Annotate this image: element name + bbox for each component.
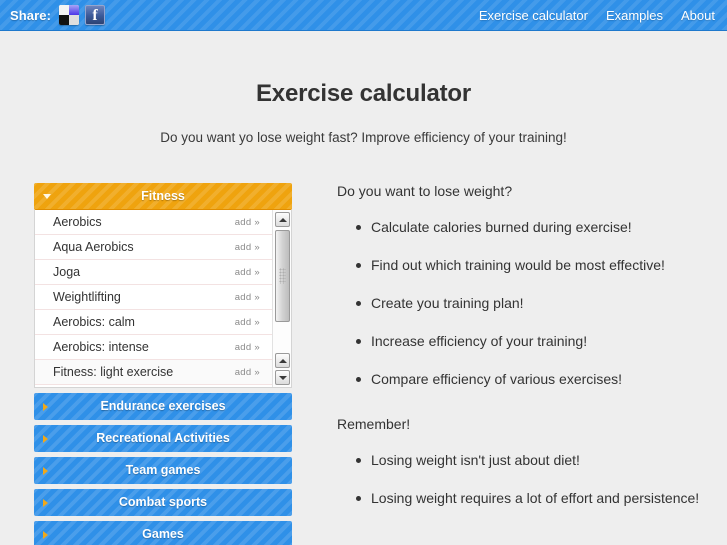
add-exercise-link[interactable]: add »: [235, 285, 260, 310]
exercise-name: Aerobics: intense: [53, 340, 149, 354]
list-item[interactable]: Joga add »: [35, 260, 272, 285]
scroll-up-button-bottom[interactable]: [275, 353, 290, 368]
list-item[interactable]: Aerobics: intense add »: [35, 335, 272, 360]
exercise-name: Aqua Aerobics: [53, 240, 134, 254]
list-item: Compare efficiency of various exercises!: [356, 370, 713, 389]
chevron-right-icon: [43, 498, 48, 507]
benefits-list: Calculate calories burned during exercis…: [337, 218, 713, 389]
reminders-list: Losing weight isn't just about diet! Los…: [337, 451, 713, 508]
marketing-copy: Do you want to lose weight? Calculate ca…: [292, 183, 727, 527]
chevron-right-icon: [43, 530, 48, 539]
exercise-category-accordion: Fitness Aerobics add » Aqua Aerobics add…: [34, 183, 292, 545]
accordion-header-fitness[interactable]: Fitness: [34, 183, 292, 210]
list-item: Increase efficiency of your training!: [356, 332, 713, 351]
accordion-header-combat-sports[interactable]: Combat sports: [34, 489, 292, 516]
add-exercise-link[interactable]: add »: [235, 235, 260, 260]
exercise-name: Weightlifting: [53, 290, 121, 304]
scrollbar-thumb[interactable]: [275, 230, 290, 322]
accordion-header-endurance-exercises[interactable]: Endurance exercises: [34, 393, 292, 420]
chevron-right-icon: [43, 466, 48, 475]
list-item: Create you training plan!: [356, 294, 713, 313]
content-heading-2: Remember!: [337, 416, 411, 432]
scroll-up-button[interactable]: [275, 212, 290, 227]
list-item: Calculate calories burned during exercis…: [356, 218, 713, 237]
list-item: Find out which training would be most ef…: [356, 256, 713, 275]
list-item[interactable]: Weightlifting add »: [35, 285, 272, 310]
accordion-header-label: Combat sports: [118, 495, 208, 509]
scroll-down-button[interactable]: [275, 370, 290, 385]
content-heading-1: Do you want to lose weight?: [337, 183, 513, 199]
accordion-header-label: Endurance exercises: [100, 399, 226, 413]
list-item: Losing weight requires a lot of effort a…: [356, 489, 713, 508]
fitness-exercise-panel: Aerobics add » Aqua Aerobics add » Joga …: [34, 210, 292, 388]
list-item[interactable]: Aerobics add »: [35, 210, 272, 235]
add-exercise-link[interactable]: add »: [235, 335, 260, 360]
list-item: Losing weight isn't just about diet!: [356, 451, 713, 470]
exercise-name: Fitness: light exercise: [53, 365, 174, 379]
list-item[interactable]: Aerobics: calm add »: [35, 310, 272, 335]
page-title: Exercise calculator: [255, 80, 471, 107]
page-header: Exercise calculator Do you want yo lose …: [0, 31, 727, 145]
exercise-name: Aerobics: calm: [53, 315, 135, 329]
scrollbar-grip-icon: [279, 268, 286, 284]
accordion-header-recreational-activities[interactable]: Recreational Activities: [34, 425, 292, 452]
share-group: Share: f: [10, 5, 106, 25]
facebook-share-icon[interactable]: f: [85, 5, 106, 25]
accordion-header-games[interactable]: Games: [34, 521, 292, 545]
top-navigation-bar: Share: f Exercise calculator Examples Ab…: [0, 0, 727, 31]
exercise-name: Aerobics: [53, 215, 102, 229]
list-item[interactable]: Fitness: medium exercise add »: [35, 385, 272, 387]
nav-link-examples[interactable]: Examples: [606, 8, 663, 23]
add-exercise-link[interactable]: add »: [235, 360, 260, 385]
add-exercise-link[interactable]: add »: [235, 310, 260, 335]
exercise-name: Joga: [53, 265, 81, 279]
chevron-down-icon: [43, 194, 51, 199]
exercise-list-scrollbar[interactable]: [272, 210, 291, 387]
chevron-right-icon: [43, 402, 48, 411]
nav-link-exercise-calculator[interactable]: Exercise calculator: [479, 8, 588, 23]
addthis-share-icon[interactable]: [59, 5, 80, 25]
exercise-list: Aerobics add » Aqua Aerobics add » Joga …: [35, 210, 272, 387]
nav-link-about[interactable]: About: [681, 8, 715, 23]
list-item[interactable]: Fitness: light exercise add »: [35, 360, 272, 385]
accordion-header-label: Games: [142, 527, 184, 541]
page-subtitle: Do you want yo lose weight fast? Improve…: [160, 130, 567, 145]
page-body: Fitness Aerobics add » Aqua Aerobics add…: [0, 145, 727, 545]
list-item[interactable]: Aqua Aerobics add »: [35, 235, 272, 260]
share-label: Share:: [10, 7, 52, 23]
add-exercise-link[interactable]: add »: [235, 210, 260, 235]
accordion-header-label: Team games: [125, 463, 201, 477]
add-exercise-link[interactable]: add »: [235, 385, 260, 387]
accordion-header-label: Recreational Activities: [96, 431, 230, 445]
chevron-right-icon: [43, 434, 48, 443]
accordion-header-fitness-label: Fitness: [141, 189, 185, 203]
add-exercise-link[interactable]: add »: [235, 260, 260, 285]
accordion-header-team-games[interactable]: Team games: [34, 457, 292, 484]
main-nav: Exercise calculator Examples About: [479, 8, 715, 23]
